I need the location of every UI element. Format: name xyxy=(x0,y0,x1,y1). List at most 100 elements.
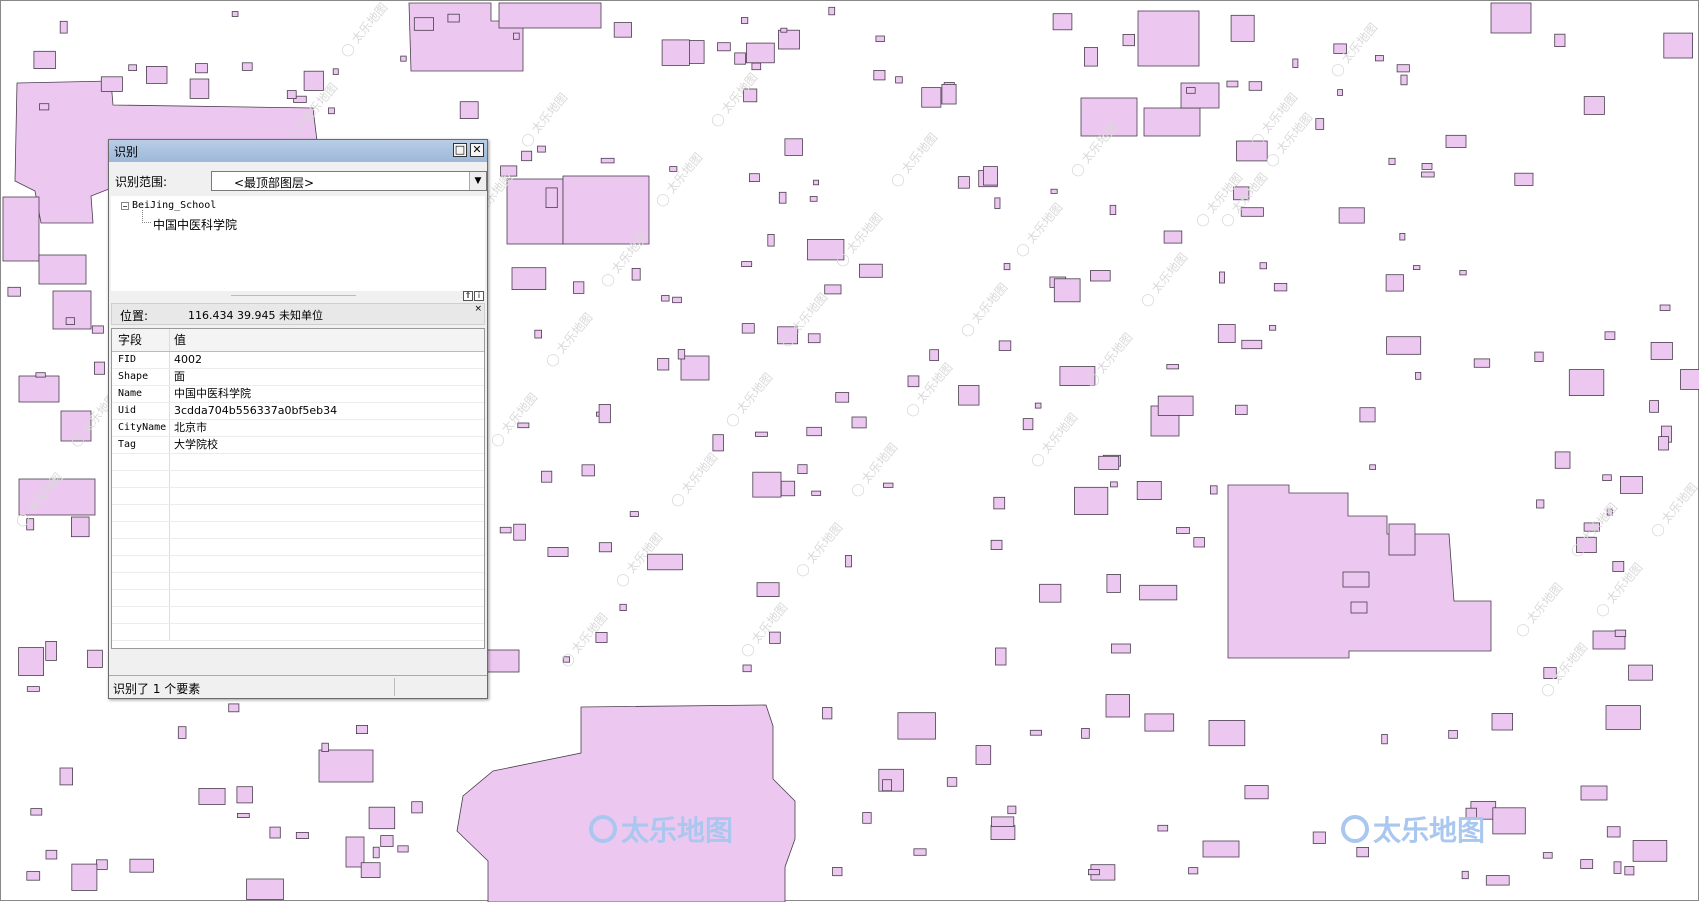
building-polygon[interactable] xyxy=(1030,730,1041,735)
building-polygon[interactable] xyxy=(959,386,979,406)
building-polygon[interactable] xyxy=(1515,173,1533,185)
building-polygon[interactable] xyxy=(1210,486,1217,494)
close-icon[interactable]: ✕ xyxy=(470,143,484,157)
building-polygon[interactable] xyxy=(757,583,779,597)
building-polygon[interactable] xyxy=(1164,231,1182,243)
building-polygon[interactable] xyxy=(178,727,186,739)
building-polygon[interactable] xyxy=(1054,279,1080,302)
building-polygon[interactable] xyxy=(807,427,822,435)
building-polygon[interactable] xyxy=(1659,437,1669,450)
building-polygon[interactable] xyxy=(1462,871,1468,878)
building-polygon[interactable] xyxy=(88,650,103,667)
building-polygon[interactable] xyxy=(1422,172,1435,177)
building-polygon[interactable] xyxy=(852,417,866,428)
building-polygon[interactable] xyxy=(746,43,774,63)
building-polygon[interactable] xyxy=(329,108,335,114)
building-polygon[interactable] xyxy=(742,324,754,334)
campus-polygon[interactable] xyxy=(457,705,795,902)
building-polygon[interactable] xyxy=(662,296,670,302)
building-polygon[interactable] xyxy=(658,359,669,371)
building-polygon[interactable] xyxy=(19,376,59,402)
building-polygon[interactable] xyxy=(898,713,936,739)
building-polygon[interactable] xyxy=(1123,34,1135,45)
building-polygon[interactable] xyxy=(1260,263,1267,269)
building-polygon[interactable] xyxy=(958,177,969,189)
building-polygon[interactable] xyxy=(1486,876,1509,886)
building-polygon[interactable] xyxy=(779,192,786,203)
building-polygon[interactable] xyxy=(749,174,759,182)
building-polygon[interactable] xyxy=(1343,572,1369,587)
building-polygon[interactable] xyxy=(812,491,821,495)
building-polygon[interactable] xyxy=(718,43,731,51)
building-polygon[interactable] xyxy=(778,30,799,49)
building-polygon[interactable] xyxy=(60,768,73,785)
building-polygon[interactable] xyxy=(1084,48,1097,67)
building-polygon[interactable] xyxy=(1075,487,1108,514)
building-polygon[interactable] xyxy=(381,836,393,847)
building-polygon[interactable] xyxy=(781,28,787,32)
building-polygon[interactable] xyxy=(247,879,284,900)
building-polygon[interactable] xyxy=(499,3,601,28)
table-row[interactable]: Name中国中医科学院 xyxy=(112,386,484,403)
building-polygon[interactable] xyxy=(1231,15,1254,41)
building-polygon[interactable] xyxy=(814,180,819,185)
building-polygon[interactable] xyxy=(460,102,478,119)
building-polygon[interactable] xyxy=(1187,88,1196,94)
building-polygon[interactable] xyxy=(1416,372,1421,379)
building-polygon[interactable] xyxy=(1581,860,1593,869)
building-polygon[interactable] xyxy=(582,465,595,476)
restore-icon[interactable]: □ xyxy=(453,143,467,157)
building-polygon[interactable] xyxy=(1382,734,1388,743)
building-polygon[interactable] xyxy=(810,197,817,202)
building-polygon[interactable] xyxy=(713,435,724,451)
building-polygon[interactable] xyxy=(1145,714,1174,731)
building-polygon[interactable] xyxy=(859,264,882,277)
results-tree[interactable]: − BeiJing_School 中国中医科学院 xyxy=(111,196,485,291)
tree-feature-node[interactable]: 中国中医科学院 xyxy=(153,216,237,233)
building-polygon[interactable] xyxy=(60,21,67,33)
building-polygon[interactable] xyxy=(229,704,239,712)
building-polygon[interactable] xyxy=(836,393,849,403)
building-polygon[interactable] xyxy=(1660,305,1670,311)
building-polygon[interactable] xyxy=(1236,405,1248,414)
building-polygon[interactable] xyxy=(1158,396,1193,415)
building-polygon[interactable] xyxy=(190,79,209,98)
building-polygon[interactable] xyxy=(991,826,1015,840)
building-polygon[interactable] xyxy=(401,56,407,61)
building-polygon[interactable] xyxy=(1581,786,1607,800)
pane-splitter[interactable]: ⇑ i xyxy=(111,291,485,303)
building-polygon[interactable] xyxy=(130,859,154,872)
building-polygon[interactable] xyxy=(1650,401,1659,413)
campus-polygon[interactable] xyxy=(1228,485,1491,658)
building-polygon[interactable] xyxy=(1607,827,1620,837)
building-polygon[interactable] xyxy=(648,554,683,570)
building-polygon[interactable] xyxy=(1375,56,1383,61)
building-polygon[interactable] xyxy=(992,817,1014,827)
building-polygon[interactable] xyxy=(823,707,832,719)
building-polygon[interactable] xyxy=(994,497,1005,509)
building-polygon[interactable] xyxy=(1537,500,1544,508)
building-polygon[interactable] xyxy=(500,527,511,533)
building-polygon[interactable] xyxy=(1555,34,1565,46)
building-polygon[interactable] xyxy=(1090,271,1110,282)
building-polygon[interactable] xyxy=(1293,59,1298,68)
building-polygon[interactable] xyxy=(1625,866,1634,875)
building-polygon[interactable] xyxy=(548,547,568,556)
dropdown-arrow-icon[interactable]: ▼ xyxy=(469,172,486,190)
building-polygon[interactable] xyxy=(237,787,253,803)
building-polygon[interactable] xyxy=(512,268,546,290)
building-polygon[interactable] xyxy=(1167,365,1179,369)
building-polygon[interactable] xyxy=(72,864,97,890)
building-polygon[interactable] xyxy=(1370,465,1376,470)
building-polygon[interactable] xyxy=(1555,452,1570,468)
building-polygon[interactable] xyxy=(996,648,1007,665)
building-polygon[interactable] xyxy=(287,91,296,99)
splitter-grip[interactable] xyxy=(231,295,356,296)
building-polygon[interactable] xyxy=(741,18,747,24)
collapse-icon[interactable]: − xyxy=(121,202,129,210)
building-polygon[interactable] xyxy=(1245,786,1268,799)
building-polygon[interactable] xyxy=(1274,283,1287,291)
building-polygon[interactable] xyxy=(538,146,546,152)
building-polygon[interactable] xyxy=(92,326,103,333)
building-polygon[interactable] xyxy=(71,517,89,537)
